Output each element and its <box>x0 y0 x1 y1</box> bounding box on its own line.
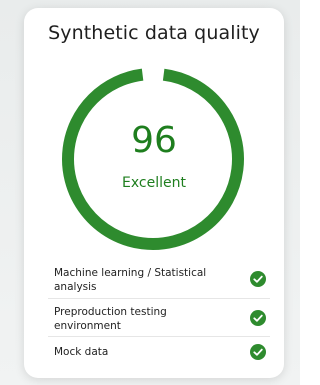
feature-label: Machine learning / Statistical analysis <box>54 267 207 293</box>
feature-row: Machine learning / Statistical analysis <box>48 259 270 299</box>
feature-label: Preproduction testing environment <box>54 306 167 332</box>
check-circle-icon <box>250 270 266 287</box>
feature-row: Preproduction testing environment <box>48 299 270 337</box>
check-circle-icon <box>250 344 266 360</box>
check-circle-icon <box>250 309 266 326</box>
feature-list: Machine learning / Statistical analysis … <box>48 259 270 367</box>
score-rating: Excellent <box>122 175 186 191</box>
feature-label: Mock data <box>54 346 109 358</box>
card-title: Synthetic data quality <box>48 22 260 44</box>
quality-card: Synthetic data quality 96 Excellent Mach… <box>24 8 284 378</box>
score-value: 96 <box>131 120 177 161</box>
feature-row: Mock data <box>48 337 270 367</box>
